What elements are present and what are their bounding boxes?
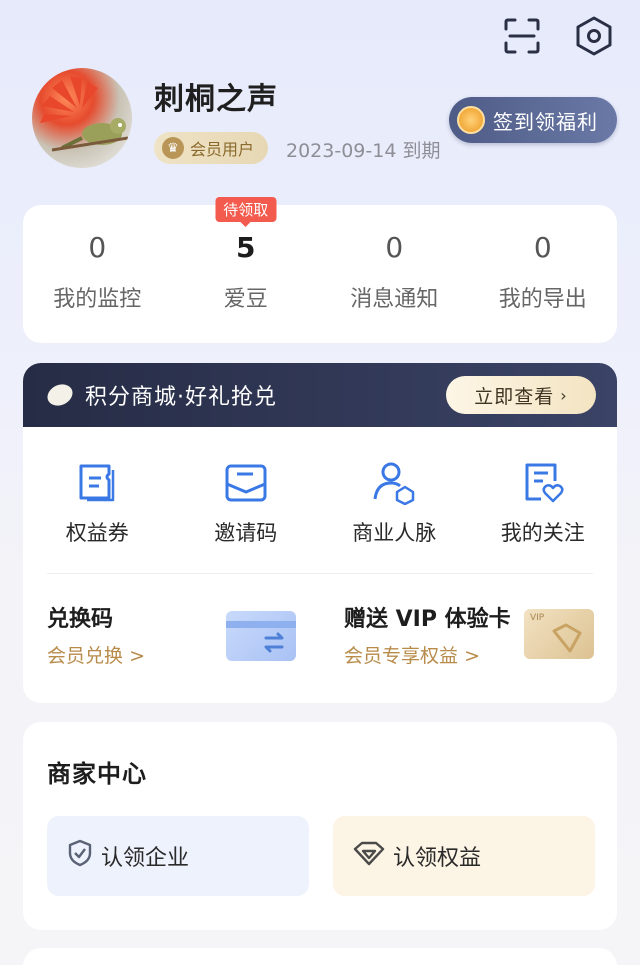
envelope-icon [172, 455, 321, 509]
member-badge: ♛ 会员用户 [154, 132, 269, 164]
next-card-peek [23, 948, 617, 965]
chevron-right-icon: > [464, 645, 480, 667]
stat-label: 我的导出 [498, 287, 587, 312]
stats-card: 0 我的监控 待领取 5 爱豆 0 消息通知 0 我的导出 [23, 197, 618, 343]
mall-banner[interactable]: 积分商城·好礼抢兑 立即查看 › [23, 363, 617, 427]
top-icons [500, 14, 616, 58]
stat-notifications[interactable]: 0 消息通知 [320, 205, 469, 343]
mall-banner-text: 积分商城·好礼抢兑 [85, 385, 277, 410]
chevron-right-icon: › [560, 385, 568, 405]
merchant-center-card: 商家中心 认领企业 认领权益 [23, 722, 617, 930]
scan-icon[interactable] [500, 14, 544, 58]
heart-doc-icon [469, 455, 618, 509]
stat-monitor[interactable]: 0 我的监控 [23, 205, 172, 343]
grid-label: 商业人脉 [352, 521, 437, 545]
stat-value: 0 [385, 231, 404, 264]
grid-label: 邀请码 [214, 521, 278, 545]
bean-icon [43, 380, 77, 410]
diamond-icon [353, 840, 385, 872]
chevron-right-icon: > [129, 645, 145, 667]
coin-icon [457, 106, 485, 134]
crown-icon: ♛ [162, 137, 184, 159]
claim-rights-button[interactable]: 认领权益 [333, 816, 595, 896]
stat-label: 我的监控 [53, 287, 142, 312]
claim-company-label: 认领企业 [101, 846, 190, 871]
redeem-code-item[interactable]: 兑换码 会员兑换 > [23, 595, 320, 685]
stat-aidou[interactable]: 待领取 5 爱豆 [172, 197, 321, 343]
profile-header: 刺桐之声 ♛ 会员用户 2023-09-14 到期 签到领福利 [32, 68, 622, 178]
checkin-button[interactable]: 签到领福利 [449, 97, 617, 143]
stat-value: 5 [236, 231, 256, 264]
claim-rights-label: 认领权益 [393, 846, 482, 871]
shield-check-icon [67, 839, 93, 873]
grid-item-follow[interactable]: 我的关注 [469, 455, 618, 577]
view-now-button[interactable]: 立即查看 › [446, 376, 596, 414]
checkin-label: 签到领福利 [493, 109, 598, 134]
redeem-row: 兑换码 会员兑换 > 赠送 VIP 体验卡 会员专享权益 > VIP [23, 595, 617, 685]
grid-label: 我的关注 [500, 521, 585, 545]
stat-label: 爱豆 [223, 287, 268, 312]
merchant-title: 商家中心 [47, 760, 147, 788]
person-network-icon [320, 455, 469, 509]
grid-label: 权益券 [65, 521, 129, 545]
coupon-icon [23, 455, 172, 509]
vip-card-icon: VIP [524, 609, 594, 659]
claim-company-button[interactable]: 认领企业 [47, 816, 309, 896]
avatar[interactable] [32, 68, 132, 168]
exchange-card-icon [226, 611, 296, 661]
member-label: 会员用户 [190, 140, 255, 159]
stat-label: 消息通知 [350, 287, 439, 312]
expire-date: 2023-09-14 到期 [286, 140, 441, 162]
grid-item-network[interactable]: 商业人脉 [320, 455, 469, 577]
points-mall-card: 积分商城·好礼抢兑 立即查看 › 权益券 邀请码 商业人脉 我的关注 兑换码 会… [23, 363, 617, 703]
redeem-subtitle-text: 会员兑换 [47, 645, 124, 667]
pending-badge: 待领取 [215, 197, 277, 227]
stat-value: 0 [88, 231, 107, 264]
divider [47, 573, 593, 574]
stat-value: 0 [533, 231, 552, 264]
settings-icon[interactable] [572, 14, 616, 58]
mall-grid: 权益券 邀请码 商业人脉 我的关注 [23, 427, 617, 577]
username: 刺桐之声 [154, 82, 278, 117]
vip-subtitle-text: 会员专享权益 [344, 645, 459, 667]
stat-exports[interactable]: 0 我的导出 [469, 205, 618, 343]
view-now-label: 立即查看 [474, 385, 555, 408]
grid-item-invite[interactable]: 邀请码 [172, 455, 321, 577]
vip-trial-item[interactable]: 赠送 VIP 体验卡 会员专享权益 > VIP [320, 595, 617, 685]
grid-item-coupon[interactable]: 权益券 [23, 455, 172, 577]
